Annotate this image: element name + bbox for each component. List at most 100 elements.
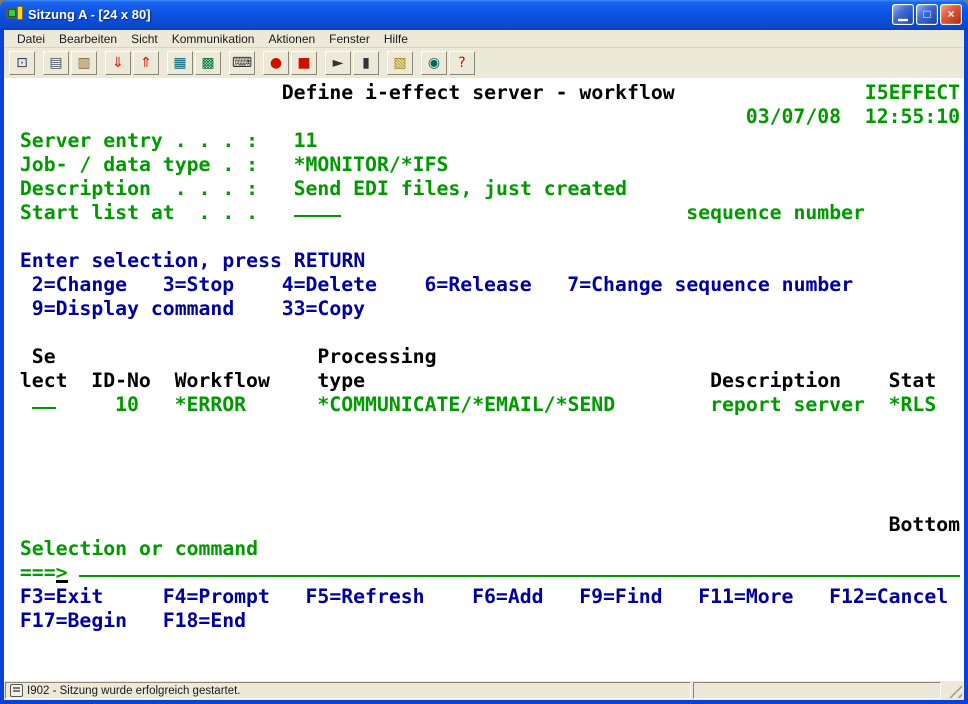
terminal-text: F3=Exit [20,586,103,608]
toolbar-group: ▦▩ [167,51,221,75]
toolbar-group: ►▮ [325,51,379,75]
receive-file-icon: ⇑ [140,56,152,70]
print-screen-icon: ⊡ [16,56,28,70]
emulator-window: Sitzung A - [24 x 80] ▁□× DateiBearbeite… [0,0,968,704]
macro-pause-icon: ▮ [362,56,370,70]
display-setup-icon: ▦ [173,56,186,70]
help-book-button[interactable]: ? [449,51,475,75]
macro-pause-button[interactable]: ▮ [353,51,379,75]
terminal-text: Bottom [889,514,960,536]
terminal-text: Job- / data type . : [20,154,258,176]
terminal-text: 7=Change sequence number [567,274,853,296]
macro-stop-icon: ■ [297,56,310,70]
terminal-text: F11=More [698,586,793,608]
terminal-text: 10 [115,394,139,416]
copy-icon: ▤ [49,56,62,70]
toolbar-group: ⌨ [229,51,255,75]
terminal-text: lect [20,370,68,392]
send-file-icon: ⇓ [112,56,124,70]
menu-item-aktionen[interactable]: Aktionen [261,31,322,47]
toolbar-group: ▧ [387,51,413,75]
menu-item-kommunikation[interactable]: Kommunikation [165,31,262,47]
terminal-text: Processing [317,346,436,368]
terminal-text: ID-No [91,370,151,392]
terminal-text: *RLS [889,394,937,416]
status-message-segment: I902 - Sitzung wurde erfolgreich gestart… [5,682,691,699]
toolbar-group: ⇓⇑ [105,51,159,75]
terminal-text: Description . . . : [20,178,258,200]
menu-item-hilfe[interactable]: Hilfe [377,31,415,47]
macro-record-icon: ● [270,56,282,70]
menu-bar: DateiBearbeitenSichtKommunikationAktione… [4,30,964,48]
terminal-text: F6=Add [472,586,543,608]
terminal-text: 9=Display command [32,298,234,320]
terminal-text: F17=Begin [20,610,127,632]
terminal-text: type [317,370,365,392]
clipboard-icon: ▧ [393,56,406,70]
toolbar-group: ◉? [421,51,475,75]
resize-grip[interactable] [943,682,963,699]
menu-item-fenster[interactable]: Fenster [322,31,377,47]
copy-button[interactable]: ▤ [43,51,69,75]
paste-icon: ▥ [77,56,90,70]
print-screen-button[interactable]: ⊡ [9,51,35,75]
help-book-icon: ? [458,56,465,70]
keyboard-setup-icon: ⌨ [232,56,252,70]
command-input-field[interactable] [79,562,960,577]
toolbar-group: ⊡ [9,51,35,75]
terminal-text: Description [710,370,841,392]
terminal-screen[interactable]: Define i-effect server - workflowI5EFFEC… [4,78,964,681]
terminal-text: 33=Copy [282,298,365,320]
toolbar-group: ●■ [263,51,317,75]
receive-file-button[interactable]: ⇑ [133,51,159,75]
paste-button[interactable]: ▥ [71,51,97,75]
toolbar-group: ▤▥ [43,51,97,75]
title-bar[interactable]: Sitzung A - [24 x 80] ▁□× [0,0,968,30]
terminal-text: Stat [889,370,937,392]
maximize-button[interactable]: □ [916,4,938,25]
terminal-text: Server entry . . . : [20,130,258,152]
terminal-text: Se [32,346,56,368]
status-bar: I902 - Sitzung wurde erfolgreich gestart… [4,681,964,700]
session-message-icon [10,684,23,697]
status-extra-segment [693,682,941,699]
status-message: I902 - Sitzung wurde erfolgreich gestart… [27,685,241,697]
terminal-text: F4=Prompt [163,586,270,608]
clipboard-button[interactable]: ▧ [387,51,413,75]
display-colors-button[interactable]: ▩ [195,51,221,75]
menu-item-bearbeiten[interactable]: Bearbeiten [52,31,124,47]
macro-stop-button[interactable]: ■ [291,51,317,75]
terminal-text: 2=Change [32,274,127,296]
close-button[interactable]: × [940,4,962,25]
select-option-field[interactable] [32,394,56,409]
start-list-at-field[interactable] [294,202,342,217]
keyboard-setup-button[interactable]: ⌨ [229,51,255,75]
terminal-text: *COMMUNICATE/*EMAIL/*SEND [317,394,615,416]
terminal-text: Send EDI files, just created [294,178,627,200]
text-cursor [56,580,68,583]
terminal-text: 12:55:10 [865,106,960,128]
terminal-text: F5=Refresh [306,586,425,608]
help-globe-button[interactable]: ◉ [421,51,447,75]
window-title: Sitzung A - [24 x 80] [28,7,892,22]
terminal-text: F9=Find [579,586,662,608]
terminal-text: Selection or command [20,538,258,560]
macro-record-button[interactable]: ● [263,51,289,75]
terminal-text: report server [710,394,865,416]
menu-item-datei[interactable]: Datei [10,31,52,47]
minimize-button[interactable]: ▁ [892,4,914,25]
terminal-text: I5EFFECT [865,82,960,104]
display-colors-icon: ▩ [201,56,214,70]
menu-item-sicht[interactable]: Sicht [124,31,165,47]
terminal-text: 6=Release [425,274,532,296]
send-file-button[interactable]: ⇓ [105,51,131,75]
toolbar: ⊡▤▥⇓⇑▦▩⌨●■►▮▧◉? [4,48,964,78]
macro-play-icon: ► [333,56,344,70]
terminal-text: Start list at . . . [20,202,258,224]
help-globe-icon: ◉ [428,56,440,70]
terminal-text: 11 [294,130,318,152]
macro-play-button[interactable]: ► [325,51,351,75]
terminal-text: F12=Cancel [829,586,948,608]
terminal-text: Workflow [175,370,270,392]
display-setup-button[interactable]: ▦ [167,51,193,75]
